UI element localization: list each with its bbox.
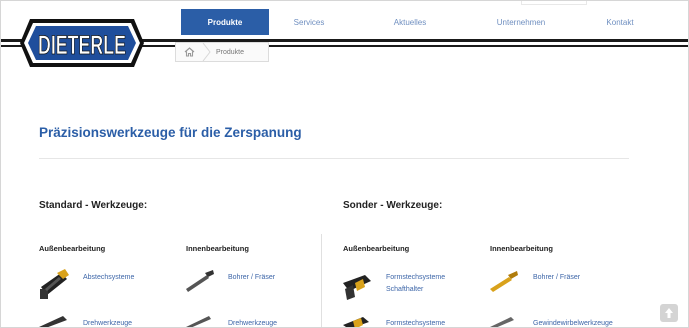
internal-turning-tool-image[interactable] <box>185 313 215 328</box>
logo-wordmark: DIETERLE <box>38 30 126 60</box>
title-divider <box>39 158 629 159</box>
link-schafthalter[interactable]: Schafthalter <box>386 284 423 296</box>
nav-item-produkte[interactable]: Produkte <box>181 9 269 35</box>
nav-item-unternehmen[interactable]: Unternehmen <box>466 9 576 35</box>
link-drehwerkzeuge-innen[interactable]: Drehwerkzeuge <box>228 318 277 327</box>
parting-tool-image[interactable] <box>37 267 71 301</box>
special-internal-heading: Innenbearbeitung <box>490 244 553 253</box>
special-drill-tool-image[interactable] <box>489 269 519 293</box>
internal-drill-tool-image[interactable] <box>185 269 215 293</box>
arrow-up-icon <box>665 308 673 318</box>
turning-tool-image[interactable] <box>37 313 71 328</box>
link-abstechsysteme[interactable]: Abstechsysteme <box>83 272 134 284</box>
page-frame: DIETERLE Produkte Services Aktuelles Unt… <box>0 0 689 328</box>
link-bohrer-fraeser[interactable]: Bohrer / Fräser <box>228 272 275 284</box>
home-icon[interactable] <box>176 43 202 61</box>
grooving-system-2-image[interactable] <box>341 313 375 328</box>
page-title: Präzisionswerkzeuge für die Zerspanung <box>39 125 302 140</box>
standard-internal-heading: Innenbearbeitung <box>186 244 249 253</box>
standard-tools-title: Standard - Werkzeuge: <box>39 200 148 211</box>
grooving-system-image[interactable] <box>341 269 375 301</box>
nav-item-kontakt[interactable]: Kontakt <box>583 9 657 35</box>
breadcrumb-current[interactable]: Produkte <box>216 49 244 56</box>
special-tools-title: Sonder - Werkzeuge: <box>343 200 443 211</box>
breadcrumb-separator-icon <box>202 43 211 61</box>
nav-item-aktuelles[interactable]: Aktuelles <box>371 9 449 35</box>
scroll-to-top-button[interactable] <box>660 304 678 322</box>
link-formstechsysteme-2[interactable]: Formstechsysteme <box>386 318 445 327</box>
column-divider <box>321 234 322 327</box>
thread-whirling-tool-image[interactable] <box>489 313 519 328</box>
link-formstechsysteme-1[interactable]: Formstechsysteme <box>386 272 445 284</box>
special-external-heading: Außenbearbeitung <box>343 244 410 253</box>
standard-external-heading: Außenbearbeitung <box>39 244 106 253</box>
dieterle-logo[interactable]: DIETERLE <box>20 19 144 67</box>
link-gewindewirbelwerkzeuge[interactable]: Gewindewirbelwerkzeuge <box>533 318 613 327</box>
top-utility-tab[interactable] <box>521 1 587 5</box>
link-bohrer-fraeser-sonder[interactable]: Bohrer / Fräser <box>533 272 580 284</box>
nav-item-services[interactable]: Services <box>278 9 340 35</box>
link-drehwerkzeuge[interactable]: Drehwerkzeuge <box>83 318 132 327</box>
main-navigation: Produkte Services Aktuelles Unternehmen … <box>181 9 657 35</box>
breadcrumb: Produkte <box>175 42 269 62</box>
